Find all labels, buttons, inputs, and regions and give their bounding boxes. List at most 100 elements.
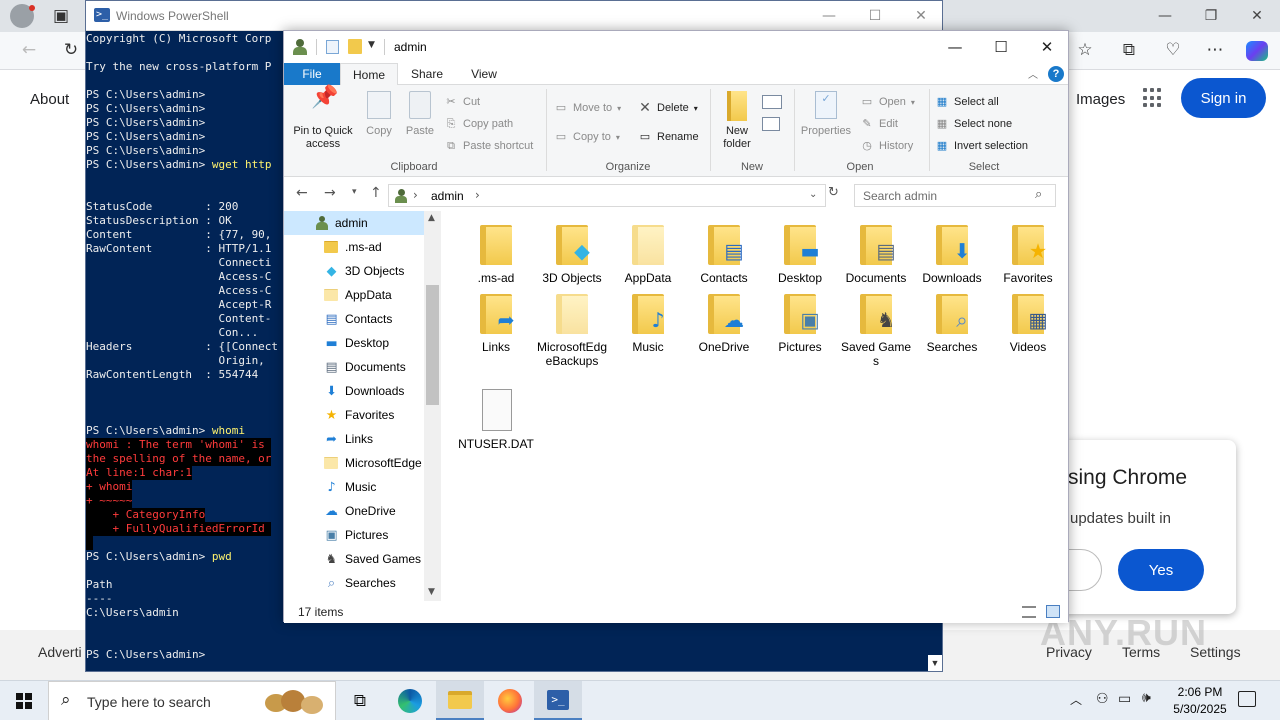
tree-item-admin[interactable]: admin (284, 211, 424, 235)
favorites-icon[interactable]: ☆ (1070, 35, 1100, 65)
ps-minimize-button[interactable]: — (806, 1, 852, 31)
clock-date[interactable]: 5/30/2025 (1166, 702, 1234, 716)
help-icon[interactable]: ? (1048, 66, 1064, 82)
file-item-videos[interactable]: ▦ Videos (990, 290, 1066, 354)
file-item-pictures[interactable]: ▣ Pictures (762, 290, 838, 354)
tree-item-saved-games[interactable]: ♞ Saved Games (284, 547, 424, 571)
sign-in-button[interactable]: Sign in (1181, 78, 1266, 118)
tree-item-downloads[interactable]: ⬇ Downloads (284, 379, 424, 403)
file-item-ms-ad[interactable]: .ms-ad (458, 221, 534, 285)
tab-view[interactable]: View (456, 63, 512, 85)
tree-item-appdata[interactable]: AppData (284, 283, 424, 307)
file-item-downloads[interactable]: ⬇ Downloads (914, 221, 990, 285)
refresh-icon[interactable]: ↻ (828, 185, 839, 200)
large-icons-view-icon[interactable] (1046, 605, 1060, 618)
move-to-button[interactable]: ▭ Move to ▾ (554, 99, 621, 117)
clock-time[interactable]: 2:06 PM (1170, 685, 1230, 699)
navigation-pane[interactable]: admin .ms-ad ◆ 3D Objects AppData ▤ Contacts ▬ D… (284, 211, 442, 603)
volume-icon[interactable]: 🕪 (1142, 690, 1151, 706)
task-view-button[interactable]: ⧉ (336, 681, 384, 720)
promo-yes-button[interactable]: Yes (1118, 549, 1204, 591)
file-item-links[interactable]: ➦ Links (458, 290, 534, 354)
tab-home[interactable]: Home (340, 63, 398, 85)
tree-item-microsoftedge[interactable]: MicrosoftEdge (284, 451, 424, 475)
tree-item-desktop[interactable]: ▬ Desktop (284, 331, 424, 355)
tree-item-pictures[interactable]: ▣ Pictures (284, 523, 424, 547)
chrome-restore-button[interactable]: ❐ (1188, 0, 1234, 32)
copilot-icon[interactable] (1246, 41, 1268, 61)
collections-icon[interactable]: ⧉ (1114, 35, 1144, 65)
breadcrumb-admin[interactable]: admin (431, 189, 464, 203)
address-dropdown-icon[interactable]: ⌄ (809, 189, 817, 200)
history-button[interactable]: ◷ History (860, 137, 913, 155)
chevron-down-icon[interactable]: ▼ (928, 655, 942, 671)
chrome-minimize-button[interactable]: — (1142, 0, 1188, 32)
edit-button[interactable]: ✎ Edit (860, 115, 898, 133)
file-item-3d-objects[interactable]: ◆ 3D Objects (534, 221, 610, 285)
file-item-desktop[interactable]: ▬ Desktop (762, 221, 838, 285)
invert-selection-button[interactable]: ▦ Invert selection (935, 137, 1028, 155)
back-icon[interactable]: ← (14, 35, 44, 65)
start-button[interactable] (0, 681, 48, 720)
open-button[interactable]: ▭ Open ▾ (860, 93, 915, 111)
tree-item-ms-ad[interactable]: .ms-ad (284, 235, 424, 259)
file-item-onedrive[interactable]: ☁ OneDrive (686, 290, 762, 354)
customize-quick-access-icon[interactable]: ▼ (368, 40, 375, 50)
network-icon[interactable]: ▭ (1118, 691, 1131, 707)
about-link[interactable]: About (30, 91, 69, 108)
file-item-music[interactable]: ♪ Music (610, 290, 686, 354)
chrome-close-button[interactable]: ✕ (1234, 0, 1280, 32)
show-hidden-icons-icon[interactable]: ︿ (1070, 691, 1082, 708)
firefox-taskbar-button[interactable] (486, 681, 534, 720)
people-icon[interactable]: ⚇ (1096, 691, 1109, 707)
tree-scrollbar[interactable]: ▲ ▼ (424, 211, 441, 603)
file-item-documents[interactable]: ▤ Documents (838, 221, 914, 285)
new-folder-button[interactable]: New folder (714, 91, 760, 151)
tree-item-music[interactable]: ♪ Music (284, 475, 424, 499)
apps-grid-icon[interactable] (1143, 88, 1163, 108)
browser-essentials-icon[interactable]: ♡ (1158, 35, 1188, 65)
tree-item-links[interactable]: ➦ Links (284, 427, 424, 451)
file-explorer-taskbar-button[interactable] (436, 681, 484, 720)
file-item-ntuser-dat[interactable]: NTUSER.DAT (458, 387, 534, 451)
search-box[interactable]: Search admin ⌕ (854, 184, 1056, 207)
details-view-icon[interactable] (1022, 606, 1036, 618)
edge-taskbar-button[interactable] (386, 681, 434, 720)
tab-file[interactable]: File (284, 63, 340, 85)
tree-item-contacts[interactable]: ▤ Contacts (284, 307, 424, 331)
breadcrumb-chevron-icon[interactable]: › (475, 188, 480, 202)
breadcrumb-chevron-icon[interactable]: › (413, 188, 418, 202)
properties-quick-icon[interactable] (326, 40, 339, 54)
rename-button[interactable]: ▭ Rename (638, 128, 699, 146)
pin-quick-access-button[interactable]: 📌 Pin to Quick access (288, 87, 358, 151)
tab-actions-icon[interactable]: ▣ (46, 1, 76, 31)
advertising-link[interactable]: Adverti (38, 644, 82, 660)
ps-close-button[interactable]: ✕ (898, 1, 944, 31)
cut-button[interactable]: ✂ Cut (444, 93, 480, 111)
tree-item-3d-objects[interactable]: ◆ 3D Objects (284, 259, 424, 283)
copy-to-button[interactable]: ▭ Copy to ▾ (554, 128, 620, 146)
collapse-ribbon-icon[interactable]: ︿ (1028, 66, 1038, 81)
file-item-appdata[interactable]: AppData (610, 221, 686, 285)
delete-button[interactable]: ✕ Delete ▾ (638, 99, 698, 117)
explorer-minimize-button[interactable]: — (932, 31, 978, 63)
paste-shortcut-button[interactable]: ⧉ Paste shortcut (444, 137, 533, 155)
forward-arrow-icon[interactable]: → (324, 185, 336, 201)
copy-button[interactable]: Copy (360, 91, 398, 138)
new-folder-quick-icon[interactable] (348, 39, 362, 54)
copy-path-button[interactable]: ⎘ Copy path (444, 115, 514, 133)
file-list[interactable]: .ms-ad ◆ 3D Objects AppData ▤ Contacts ▬ Deskto… (444, 211, 1068, 603)
file-explorer-window[interactable]: ▼ admin — ☐ ✕ File Home Share View ︿ ? 📌… (283, 30, 1069, 623)
easy-access-icon[interactable] (762, 117, 780, 131)
new-item-icon[interactable] (762, 95, 782, 109)
file-item-searches[interactable]: ⌕ Searches (914, 290, 990, 354)
file-item-favorites[interactable]: ★ Favorites (990, 221, 1066, 285)
file-item-contacts[interactable]: ▤ Contacts (686, 221, 762, 285)
tree-item-favorites[interactable]: ★ Favorites (284, 403, 424, 427)
taskbar-search-box[interactable]: ⌕ Type here to search (48, 681, 336, 720)
powershell-taskbar-button[interactable]: >_ (534, 681, 582, 720)
properties-button[interactable]: ✓ Properties (798, 91, 854, 138)
paste-button[interactable]: Paste (400, 91, 440, 138)
powershell-title-bar[interactable]: >_ Windows PowerShell — ☐ ✕ (86, 1, 942, 31)
tree-scroll-thumb[interactable] (426, 285, 439, 405)
